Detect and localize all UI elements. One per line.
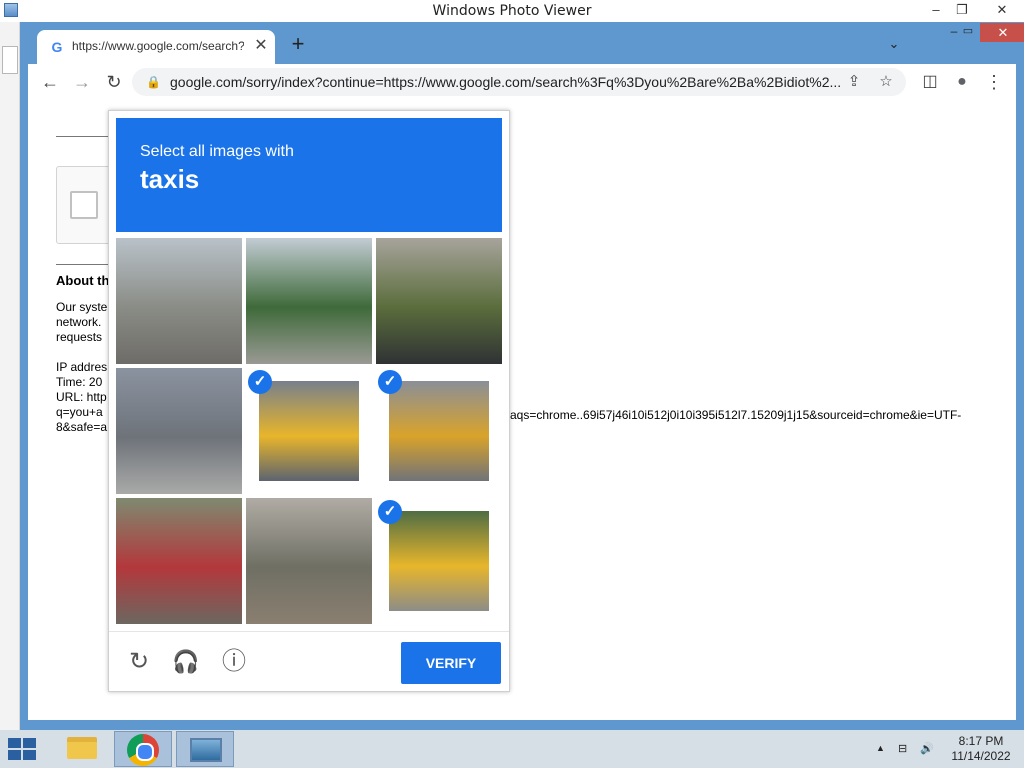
reload-icon[interactable]: ↻	[102, 70, 126, 94]
clock-date: 11/14/2022	[951, 749, 1011, 763]
captcha-tile-parked-car[interactable]	[376, 238, 502, 364]
captcha-tile-street-2[interactable]	[246, 498, 372, 624]
photo-viewer-titlebar: Windows Photo Viewer – ❐ ✕	[0, 0, 1024, 22]
time-line: Time: 20	[56, 375, 103, 389]
divider	[56, 136, 116, 137]
photo-viewer-close-button[interactable]: ✕	[988, 0, 1016, 20]
side-panel-icon[interactable]: ◫	[918, 70, 942, 94]
captcha-image	[246, 498, 372, 624]
taskbar-file-explorer[interactable]	[52, 731, 110, 767]
recaptcha-challenge: Select all images with taxis ✓ ✓ ✓ ↻ 🎧 ⓘ V…	[108, 110, 510, 692]
captcha-tile-taxi-3[interactable]: ✓	[376, 498, 502, 624]
selected-check-icon: ✓	[378, 370, 402, 394]
page-viewport: About th Our syste network. requests IP …	[28, 100, 1016, 720]
challenge-instruction: Select all images with	[140, 143, 294, 160]
address-bar[interactable]: 🔒 google.com/sorry/index?continue=https:…	[132, 68, 906, 96]
captcha-image	[259, 381, 359, 481]
captcha-image	[389, 381, 489, 481]
sorry-text-line: requests	[56, 330, 103, 344]
browser-toolbar: ← → ↻ 🔒 google.com/sorry/index?continue=…	[28, 64, 1016, 100]
challenge-header: Select all images with taxis	[116, 118, 502, 232]
google-favicon-icon: G	[51, 39, 63, 55]
photo-viewer-restore-button[interactable]: ❐	[948, 0, 976, 20]
captcha-image	[389, 511, 489, 611]
challenge-footer: ↻ 🎧 ⓘ VERIFY	[109, 631, 509, 691]
menu-icon[interactable]: ⋮	[982, 70, 1006, 94]
taskbar-photo-viewer[interactable]	[176, 731, 234, 767]
url-text[interactable]: google.com/sorry/index?continue=https://…	[170, 74, 840, 90]
url-line: q=you+a	[56, 405, 103, 419]
folder-icon	[67, 737, 97, 759]
network-icon[interactable]: ⊟	[898, 742, 907, 755]
photo-viewer-icon	[190, 738, 222, 762]
photo-viewer-left-strip	[0, 22, 20, 730]
photo-viewer-left-tab[interactable]	[2, 46, 18, 74]
sorry-text-line: Our syste	[56, 300, 108, 314]
selected-check-icon: ✓	[378, 500, 402, 524]
url-line-tail: aqs=chrome..69i57j46i10i512j0i10i395i512…	[510, 408, 962, 422]
share-icon[interactable]: ⇪	[844, 72, 864, 92]
forward-icon[interactable]: →	[70, 70, 94, 94]
lock-icon[interactable]: 🔒	[146, 74, 162, 90]
taskbar-chrome[interactable]	[114, 731, 172, 767]
recaptcha-checkbox[interactable]	[70, 191, 98, 219]
challenge-target: taxis	[140, 164, 200, 194]
windows-start-icon[interactable]	[8, 738, 38, 762]
back-icon[interactable]: ←	[38, 70, 62, 94]
clock-time: 8:17 PM	[958, 734, 1004, 748]
chrome-window: G https://www.google.com/search?q=you+ar…	[20, 22, 1024, 730]
audio-challenge-icon[interactable]: 🎧	[172, 648, 200, 676]
tray-overflow-icon[interactable]: ▲	[876, 743, 885, 753]
chrome-maximize-button[interactable]: ▭	[956, 24, 980, 40]
photo-viewer-minimize-button[interactable]: –	[922, 0, 950, 20]
captcha-image	[116, 498, 242, 624]
tab-strip: G https://www.google.com/search?q=you+ar…	[20, 22, 1024, 64]
captcha-tile-street[interactable]	[116, 238, 242, 364]
volume-icon[interactable]: 🔊	[920, 742, 934, 755]
taskbar: ▲ ⊟ 🔊 8:17 PM 11/14/2022	[0, 730, 1024, 768]
tab-search-icon[interactable]: ⌄	[884, 36, 904, 56]
ip-address-line: IP addres	[56, 360, 108, 374]
profile-avatar-icon[interactable]: ●	[950, 70, 974, 94]
url-line: URL: http	[56, 390, 107, 404]
system-clock[interactable]: 8:17 PM 11/14/2022	[946, 734, 1016, 764]
photo-viewer-title: Windows Photo Viewer	[432, 3, 592, 19]
info-icon[interactable]: ⓘ	[220, 648, 248, 676]
about-heading: About th	[56, 273, 110, 288]
bookmark-star-icon[interactable]: ☆	[876, 72, 896, 92]
tab-title: https://www.google.com/search?q=you+are+…	[72, 39, 244, 53]
sorry-text-line: network.	[56, 315, 102, 329]
captcha-image	[246, 238, 372, 364]
url-line: 8&safe=a	[56, 420, 108, 434]
selected-check-icon: ✓	[248, 370, 272, 394]
captcha-tile-crosswalk[interactable]	[116, 368, 242, 494]
tab-close-icon[interactable]: ✕	[251, 36, 271, 56]
captcha-tile-taxi-1[interactable]: ✓	[246, 368, 372, 494]
new-tab-button[interactable]: +	[286, 33, 310, 57]
captcha-image	[116, 368, 242, 494]
captcha-tile-traffic-light[interactable]	[246, 238, 372, 364]
captcha-tile-motorcycles[interactable]	[116, 498, 242, 624]
captcha-tile-taxi-2[interactable]: ✓	[376, 368, 502, 494]
divider	[56, 264, 116, 265]
chrome-close-button[interactable]: ✕	[980, 23, 1024, 42]
reload-challenge-icon[interactable]: ↻	[125, 648, 153, 676]
browser-tab[interactable]: G https://www.google.com/search?q=you+ar…	[37, 30, 275, 64]
chrome-icon	[127, 734, 159, 766]
captcha-image	[376, 238, 502, 364]
verify-button[interactable]: VERIFY	[401, 642, 501, 684]
captcha-image	[116, 238, 242, 364]
